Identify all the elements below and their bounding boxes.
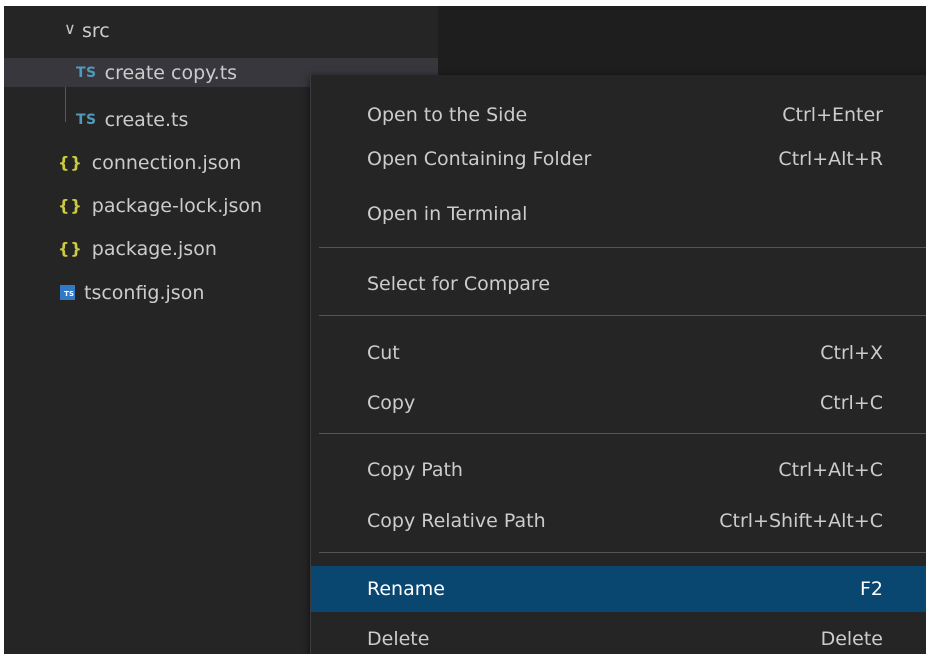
menu-item-label: Select for Compare (367, 273, 551, 295)
menu-item-label: Open to the Side (367, 104, 528, 126)
menu-item-open-to-the-side[interactable]: Open to the Side Ctrl+Enter (311, 94, 926, 136)
file-label: create.ts (104, 108, 189, 131)
menu-item-shortcut: Ctrl+Alt+R (778, 148, 883, 170)
menu-item-cut[interactable]: Cut Ctrl+X (311, 332, 926, 374)
menu-separator (319, 433, 926, 434)
menu-item-delete[interactable]: Delete Delete (311, 618, 926, 654)
menu-item-copy[interactable]: Copy Ctrl+C (311, 382, 926, 424)
menu-separator (319, 247, 926, 248)
tsconfig-icon: TS (60, 285, 75, 300)
menu-item-open-in-terminal[interactable]: Open in Terminal (311, 193, 926, 235)
menu-item-label: Copy Relative Path (367, 510, 546, 532)
menu-item-label: Open in Terminal (367, 203, 528, 225)
menu-item-shortcut: Ctrl+C (820, 392, 883, 414)
vscode-window: ∨ src TS create copy.ts TS create.ts {} … (4, 6, 926, 654)
file-label: connection.json (91, 151, 242, 174)
menu-item-label: Delete (367, 628, 430, 650)
menu-item-open-containing-folder[interactable]: Open Containing Folder Ctrl+Alt+R (311, 138, 926, 180)
menu-separator (319, 315, 926, 316)
menu-item-select-for-compare[interactable]: Select for Compare (311, 263, 926, 305)
menu-item-shortcut: Ctrl+Enter (782, 104, 883, 126)
folder-label: src (82, 19, 110, 42)
menu-item-shortcut: Ctrl+X (820, 342, 883, 364)
json-icon: {} (58, 153, 83, 172)
context-menu: Open to the Side Ctrl+Enter Open Contain… (310, 75, 926, 654)
tree-folder-src[interactable]: ∨ src (4, 16, 438, 45)
menu-item-copy-relative-path[interactable]: Copy Relative Path Ctrl+Shift+Alt+C (311, 500, 926, 542)
menu-item-rename[interactable]: Rename F2 (311, 566, 926, 612)
menu-item-label: Copy Path (367, 459, 463, 481)
json-icon: {} (58, 196, 83, 215)
typescript-icon: TS (76, 64, 97, 81)
menu-item-label: Cut (367, 342, 400, 364)
file-label: package.json (91, 237, 217, 260)
menu-item-shortcut: Ctrl+Shift+Alt+C (719, 510, 883, 532)
file-label: create copy.ts (104, 61, 238, 84)
file-label: tsconfig.json (84, 281, 205, 304)
menu-item-copy-path[interactable]: Copy Path Ctrl+Alt+C (311, 449, 926, 491)
chevron-down-icon: ∨ (64, 19, 76, 38)
menu-item-label: Open Containing Folder (367, 148, 592, 170)
menu-item-shortcut: Delete (820, 628, 883, 650)
json-icon: {} (58, 239, 83, 258)
file-label: package-lock.json (91, 194, 263, 217)
menu-separator (319, 552, 926, 553)
menu-item-shortcut: Ctrl+Alt+C (778, 459, 883, 481)
menu-item-label: Copy (367, 392, 416, 414)
typescript-icon: TS (76, 111, 97, 128)
menu-item-label: Rename (367, 578, 445, 600)
menu-item-shortcut: F2 (859, 578, 883, 600)
